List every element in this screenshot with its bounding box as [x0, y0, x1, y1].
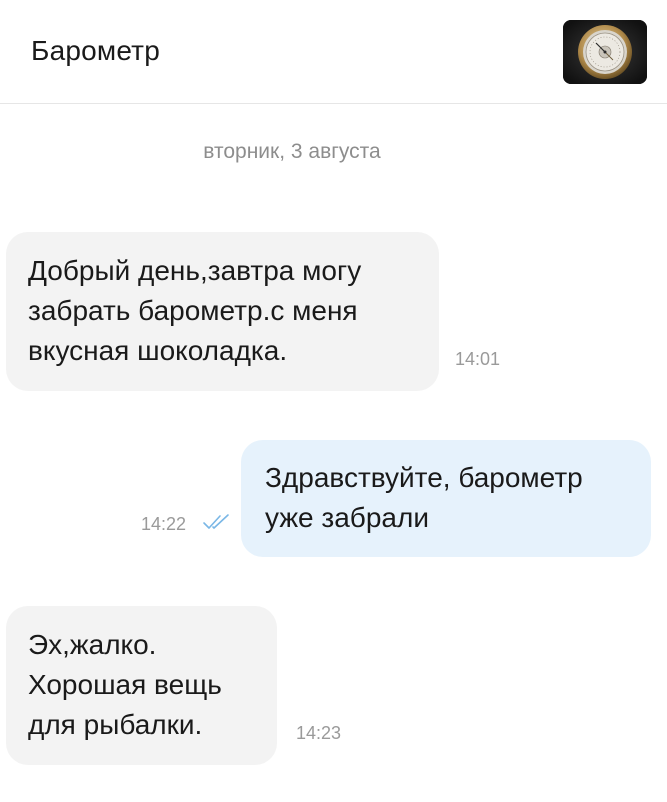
- message-text-line: Эх,жалко.: [28, 629, 157, 660]
- message-timestamp: 14:01: [455, 349, 501, 369]
- message-text-line: Здравствуйте, барометр: [265, 462, 583, 493]
- message-text-line: Хорошая вещь: [28, 669, 222, 700]
- double-check-icon: [203, 514, 229, 529]
- message-text-line: вкусная шоколадка.: [28, 335, 288, 366]
- chat-title[interactable]: Барометр: [31, 35, 160, 67]
- incoming-message-bubble[interactable]: Добрый день,завтра могу забрать барометр…: [6, 232, 439, 391]
- message-timestamp: 14:23: [296, 723, 342, 743]
- barometer-photo-icon: [563, 20, 647, 84]
- message-text-line: забрать барометр.с меня: [28, 295, 358, 326]
- outgoing-message-bubble[interactable]: Здравствуйте, барометр уже забрали: [241, 440, 651, 557]
- barometer-avatar-icon[interactable]: [563, 20, 647, 84]
- date-separator: вторник, 3 августа: [203, 140, 381, 163]
- message-text-line: для рыбалки.: [28, 709, 203, 740]
- chat-header: Барометр: [0, 0, 667, 104]
- message-timestamp: 14:22: [141, 514, 187, 534]
- incoming-message-bubble[interactable]: Эх,жалко. Хорошая вещь для рыбалки.: [6, 606, 277, 765]
- message-text-line: уже забрали: [265, 502, 429, 533]
- message-text-line: Добрый день,завтра могу: [28, 255, 362, 286]
